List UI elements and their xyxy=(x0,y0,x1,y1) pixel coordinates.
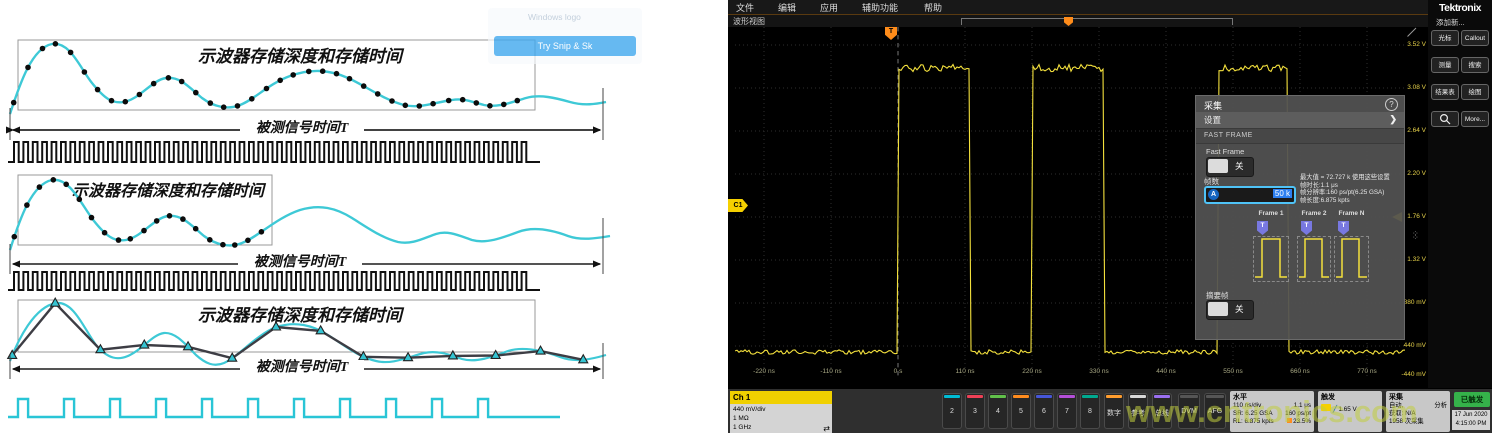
acquisition-panel: 采集 ? 设置 ❯ FAST FRAME Fast Frame 关 帧数 A 5… xyxy=(1195,95,1405,340)
help-icon[interactable]: ? xyxy=(1385,98,1398,111)
time-label: 330 ns xyxy=(1079,368,1119,375)
time-label: 660 ns xyxy=(1280,368,1320,375)
frame1-label: Frame 1 xyxy=(1251,210,1291,217)
fastframe-label: Fast Frame xyxy=(1206,147,1244,156)
sampling-diagrams: 示波器存储深度和存储时间 被测信号时间T 示波器存储深度和存储时间 被测 xyxy=(0,0,660,433)
tektronix-logo: Tektronix xyxy=(1428,2,1492,14)
notification-text: Windows logo xyxy=(528,12,581,22)
add-new-label: 添加新... xyxy=(1436,17,1465,28)
cursor-button[interactable]: 光标 xyxy=(1431,30,1459,46)
time-span-label: 被测信号时间T xyxy=(256,119,350,136)
toggle-knob xyxy=(1208,302,1228,316)
ch1-name: Ch 1 xyxy=(730,391,832,404)
ch1-badge[interactable]: Ch 1 440 mV/div 1 MΩ 1 GHz ⇄ xyxy=(730,391,832,432)
trigger-status-badge: 已触发 xyxy=(1454,392,1490,407)
diagram-title: 示波器存储深度和存储时间 xyxy=(198,306,405,325)
time-label: 770 ns xyxy=(1347,368,1387,375)
frame-count-value: 50 k xyxy=(1273,189,1292,198)
digital-button[interactable]: 数字 xyxy=(1104,393,1124,429)
time-label: -110 ns xyxy=(811,368,851,375)
time-span-label: 被测信号时间T xyxy=(254,253,348,270)
menu-help[interactable]: 帮助 xyxy=(924,1,942,14)
zoom-extent-ruler[interactable] xyxy=(961,18,1233,25)
time-label: 550 ns xyxy=(1213,368,1253,375)
chevron-right-icon: ❯ xyxy=(1389,114,1397,125)
results-table-button[interactable]: 结果表 xyxy=(1431,84,1459,100)
panel-title: 采集 xyxy=(1204,99,1222,112)
magnifier-icon xyxy=(1438,113,1452,125)
menu-apply[interactable]: 应用 xyxy=(820,1,838,14)
watermark: www.cntronics.com xyxy=(1126,394,1418,430)
panel-drag-handle[interactable]: ⁘⁘ xyxy=(1412,232,1420,240)
time-label: 0 s xyxy=(878,368,918,375)
settings-row[interactable]: 设置 ❯ xyxy=(1196,112,1404,128)
frame-pulses xyxy=(1196,228,1406,288)
ch2-button[interactable]: 2 xyxy=(942,393,962,429)
toggle-knob xyxy=(1208,159,1228,173)
waveform-display: T C1 ⁘⁘ 3.52 V 3.08 V 2.64 V 2.20 V 1.76… xyxy=(728,27,1428,388)
more-button[interactable]: More... xyxy=(1461,111,1489,127)
time-label: 440 ns xyxy=(1146,368,1186,375)
fastframe-info: 最大值 = 72.727 k 使用这些设置 帧时长:1.1 μs 帧分辨率:16… xyxy=(1300,174,1390,204)
settings-label: 设置 xyxy=(1204,114,1221,126)
frame-count-input[interactable]: A 50 k xyxy=(1204,186,1296,204)
diagram-undersampling: 示波器存储深度和存储时间 被测信号时间T xyxy=(0,295,650,433)
callout-button[interactable]: Callout xyxy=(1461,30,1489,46)
time-label: 220 ns xyxy=(1012,368,1052,375)
v-scale-label: 3.52 V xyxy=(1396,41,1426,48)
datetime-display: 17 Jun 2020 4:15:00 PM xyxy=(1452,410,1490,430)
fastframe-section-header: FAST FRAME xyxy=(1196,128,1404,144)
menu-bar: 文件 编辑 应用 辅助功能 帮助 xyxy=(728,0,1428,15)
diagram-title: 示波器存储深度和存储时间 xyxy=(198,47,405,66)
ch5-button[interactable]: 5 xyxy=(1011,393,1031,429)
zoom-tool-button[interactable] xyxy=(1431,111,1459,127)
tab-waveform-view[interactable]: 波形视图 xyxy=(733,16,765,27)
sample-clock-sparse xyxy=(8,399,560,417)
plot-button[interactable]: 绘图 xyxy=(1461,84,1489,100)
ch1-settings: 440 mV/div 1 MΩ 1 GHz ⇄ xyxy=(730,404,832,433)
ch4-button[interactable]: 4 xyxy=(988,393,1008,429)
ch6-button[interactable]: 6 xyxy=(1034,393,1054,429)
view-tab-row: 波形视图 xyxy=(728,15,1428,27)
windows-notification-remnant: Windows logo Try Snip & Sk xyxy=(488,8,642,64)
sample-clock-dense xyxy=(8,142,540,162)
oscilloscope-app: 文件 编辑 应用 辅助功能 帮助 波形视图 T C1 ⁘⁘ 3.52 V 3.0… xyxy=(728,0,1492,433)
menu-edit[interactable]: 编辑 xyxy=(778,1,796,14)
measure-button[interactable]: 测量 xyxy=(1431,57,1459,73)
v-scale-label: 3.08 V xyxy=(1396,84,1426,91)
sample-clock-dense xyxy=(8,272,540,290)
ch8-button[interactable]: 8 xyxy=(1080,393,1100,429)
screenshot-root: 示波器存储深度和存储时间 被测信号时间T 示波器存储深度和存储时间 被测 xyxy=(0,0,1492,433)
knob-a-icon: A xyxy=(1208,189,1219,200)
time-label: 110 ns xyxy=(945,368,985,375)
v-scale-bottom-label: -440 mV xyxy=(1392,371,1426,378)
ch7-button[interactable]: 7 xyxy=(1057,393,1077,429)
swap-icon: ⇄ xyxy=(823,424,830,433)
menu-file[interactable]: 文件 xyxy=(736,1,754,14)
summary-frame-toggle[interactable]: 关 xyxy=(1206,300,1254,320)
fastframe-toggle[interactable]: 关 xyxy=(1206,157,1254,177)
frame2-label: Frame 2 xyxy=(1295,210,1333,217)
try-snip-button[interactable]: Try Snip & Sk xyxy=(494,36,636,56)
time-span-label: 被测信号时间T xyxy=(256,358,350,375)
v-scale-label: 440 mV xyxy=(1396,342,1426,349)
time-label: -220 ns xyxy=(744,368,784,375)
search-button[interactable]: 搜索 xyxy=(1461,57,1489,73)
menu-utility[interactable]: 辅助功能 xyxy=(862,1,898,14)
diagram-title: 示波器存储深度和存储时间 xyxy=(72,182,267,200)
frameN-label: Frame N xyxy=(1332,210,1371,217)
diagram-short-memory: 示波器存储深度和存储时间 被测信号时间T xyxy=(0,168,650,295)
results-bar: Tektronix 添加新... 光标 Callout 测量 搜索 结果表 绘图… xyxy=(1428,0,1492,388)
ch3-button[interactable]: 3 xyxy=(965,393,985,429)
